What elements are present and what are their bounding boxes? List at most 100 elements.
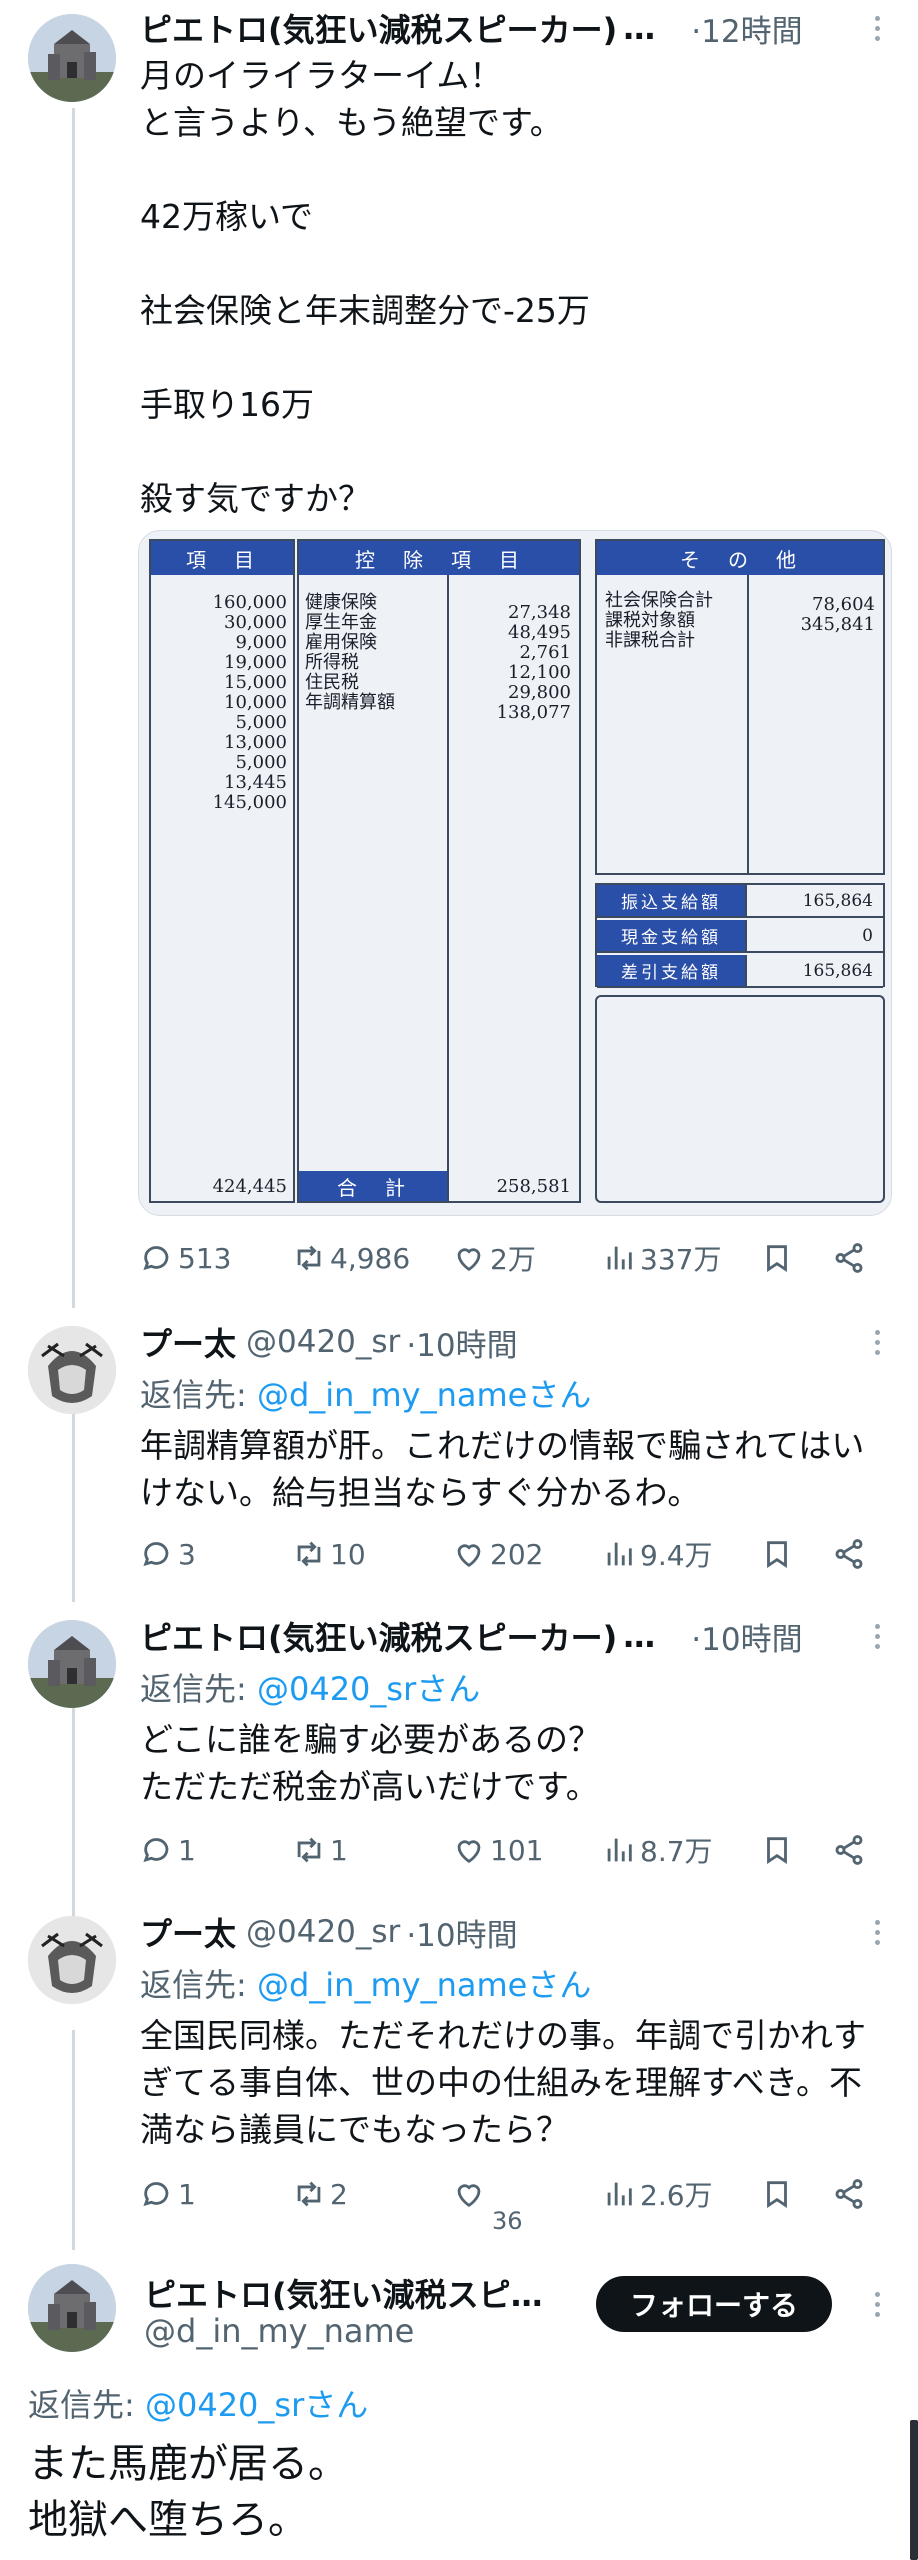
reply-icon bbox=[143, 1542, 169, 1567]
views-count: 8.7万 bbox=[640, 1835, 713, 1868]
reply-icon bbox=[143, 2182, 169, 2207]
views-button[interactable]: 2.6万 bbox=[602, 2170, 713, 2218]
items-header: 項 目 bbox=[151, 541, 293, 575]
share-button[interactable] bbox=[832, 1234, 870, 1282]
avatar[interactable] bbox=[28, 1326, 116, 1414]
views-icon bbox=[607, 1542, 632, 1566]
like-count: 202 bbox=[490, 1537, 544, 1571]
bookmark-icon bbox=[767, 1837, 787, 1864]
payment-values: 160,000 30,000 9,000 19,000 15,000 10,00… bbox=[212, 592, 287, 813]
pay-row: 現金支給額 0 bbox=[597, 920, 883, 953]
castle-avatar-icon bbox=[28, 2264, 116, 2352]
bookmark-button[interactable] bbox=[760, 1826, 798, 1874]
more-options-icon[interactable] bbox=[870, 1322, 884, 1362]
name-truncation: … bbox=[623, 9, 656, 47]
bookmark-button[interactable] bbox=[760, 2170, 798, 2218]
follow-button[interactable]: フォローする bbox=[596, 2276, 832, 2332]
like-button[interactable]: 202 bbox=[452, 1530, 543, 1578]
reply-button[interactable]: 1 bbox=[140, 2170, 196, 2218]
avatar[interactable] bbox=[28, 1916, 116, 2004]
reply-icon bbox=[143, 1246, 169, 1271]
views-icon bbox=[607, 1838, 632, 1862]
display-name[interactable]: プー太 bbox=[140, 1319, 236, 1365]
reply-prefix: 返信先: bbox=[28, 2386, 145, 2424]
heart-icon bbox=[457, 1840, 481, 1864]
more-options-icon[interactable] bbox=[870, 2284, 884, 2324]
more-options-icon[interactable] bbox=[870, 1912, 884, 1952]
user-handle[interactable]: @0420_sr bbox=[246, 1324, 400, 1360]
views-count: 9.4万 bbox=[640, 1539, 713, 1572]
repost-count: 4,986 bbox=[330, 1241, 411, 1275]
share-button[interactable] bbox=[832, 2170, 870, 2218]
reply-count: 1 bbox=[178, 1833, 196, 1867]
reply-context: 返信先: @0420_srさん bbox=[28, 2380, 368, 2426]
avatar[interactable] bbox=[28, 14, 116, 102]
share-icon bbox=[835, 1243, 863, 1273]
repost-count: 1 bbox=[330, 1833, 348, 1867]
name-truncation: … bbox=[623, 1617, 656, 1655]
reply-prefix: 返信先: bbox=[140, 1376, 257, 1414]
timestamp[interactable]: ·10時間 bbox=[406, 1320, 517, 1365]
reply-button[interactable]: 513 bbox=[140, 1234, 231, 1282]
repost-count: 2 bbox=[330, 2177, 348, 2211]
scrollbar[interactable] bbox=[910, 2420, 918, 2560]
more-options-icon[interactable] bbox=[870, 8, 884, 48]
like-count: 36 bbox=[492, 2207, 523, 2235]
display-name[interactable]: ピエトロ(気狂い減税スピーカー) bbox=[140, 5, 617, 51]
total-header: 合 計 bbox=[299, 1171, 447, 1201]
focus-display-name[interactable]: ピエトロ(気狂い減税スピ… bbox=[144, 2270, 543, 2316]
reply-mention-link[interactable]: @0420_srさん bbox=[257, 1670, 480, 1708]
timestamp[interactable]: ·10時間 bbox=[691, 1614, 802, 1659]
pay-value: 0 bbox=[862, 925, 873, 946]
share-icon bbox=[835, 1539, 863, 1569]
post-text: 月のイライラターイム！ と言うより、もう絶望です。 42万稼いで 社会保険と年末… bbox=[140, 56, 590, 518]
reply-mention-link[interactable]: @d_in_my_nameさん bbox=[257, 1966, 591, 2004]
bookmark-icon bbox=[767, 1245, 787, 1272]
display-name[interactable]: ピエトロ(気狂い減税スピーカー) bbox=[140, 1613, 617, 1659]
repost-icon bbox=[297, 1541, 321, 1567]
divider bbox=[447, 575, 449, 1201]
user-handle[interactable]: @0420_sr bbox=[246, 1914, 400, 1950]
timestamp[interactable]: ·12時間 bbox=[691, 6, 802, 51]
like-count: 101 bbox=[490, 1833, 544, 1867]
more-options-icon[interactable] bbox=[870, 1616, 884, 1656]
share-button[interactable] bbox=[832, 1826, 870, 1874]
like-button[interactable]: 101 bbox=[452, 1826, 543, 1874]
bookmark-button[interactable] bbox=[760, 1530, 798, 1578]
payslip-image[interactable]: 項 目 160,000 30,000 9,000 19,000 15,000 1… bbox=[138, 530, 892, 1216]
like-button[interactable]: 2万 bbox=[452, 1234, 536, 1282]
avatar[interactable] bbox=[28, 1620, 116, 1708]
focus-handle[interactable]: @d_in_my_name bbox=[144, 2312, 414, 2350]
timestamp[interactable]: ·10時間 bbox=[406, 1910, 517, 1955]
share-button[interactable] bbox=[832, 1530, 870, 1578]
deduction-names: 健康保険 厚生年金 雇用保険 所得税 住民税 年調精算額 bbox=[305, 592, 395, 713]
views-button[interactable]: 337万 bbox=[602, 1234, 721, 1282]
manga-avatar-icon bbox=[28, 1326, 116, 1414]
reply-button[interactable]: 3 bbox=[140, 1530, 196, 1578]
like-button[interactable] bbox=[452, 2170, 490, 2218]
post-header: プー太 @0420_sr ·10時間 bbox=[140, 1319, 518, 1365]
heart-icon bbox=[457, 2184, 481, 2208]
repost-button[interactable]: 2 bbox=[292, 2170, 348, 2218]
reply-context: 返信先: @d_in_my_nameさん bbox=[140, 1960, 591, 2006]
reply-button[interactable]: 1 bbox=[140, 1826, 196, 1874]
views-button[interactable]: 9.4万 bbox=[602, 1530, 713, 1578]
avatar[interactable] bbox=[28, 2264, 116, 2352]
other-column: そ の 他 社会保険合計 課税対象額 非課税合計 78,604 345,841 bbox=[595, 539, 885, 875]
repost-button[interactable]: 1 bbox=[292, 1826, 348, 1874]
share-icon bbox=[835, 2179, 863, 2209]
views-count: 2.6万 bbox=[640, 2179, 713, 2212]
reply-mention-link[interactable]: @d_in_my_nameさん bbox=[257, 1376, 591, 1414]
reply-mention-link[interactable]: @0420_srさん bbox=[145, 2386, 368, 2424]
repost-button[interactable]: 4,986 bbox=[292, 1234, 410, 1282]
reply-count: 513 bbox=[178, 1241, 232, 1275]
action-bar: 1 2 36 2.6万 bbox=[140, 2170, 880, 2235]
views-button[interactable]: 8.7万 bbox=[602, 1826, 713, 1874]
pay-value: 165,864 bbox=[802, 960, 873, 981]
action-bar: 1 1 101 8.7万 bbox=[140, 1826, 880, 1874]
reply-icon bbox=[143, 1838, 169, 1863]
thread-line bbox=[72, 1412, 75, 1602]
repost-button[interactable]: 10 bbox=[292, 1530, 366, 1578]
bookmark-button[interactable] bbox=[760, 1234, 798, 1282]
display-name[interactable]: プー太 bbox=[140, 1909, 236, 1955]
